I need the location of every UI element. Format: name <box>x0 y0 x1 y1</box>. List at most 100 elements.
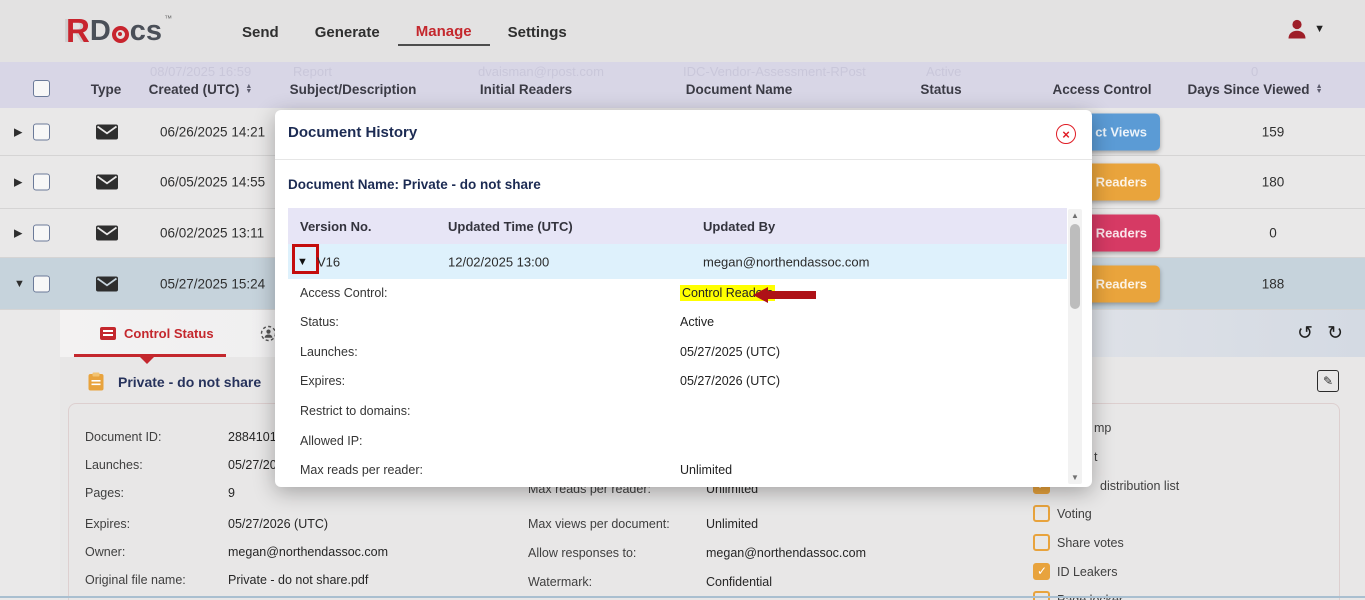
history-table-header: Version No. Updated Time (UTC) Updated B… <box>288 208 1067 244</box>
field-allow-responses-value: megan@northendassoc.com <box>706 546 866 560</box>
col-initial-readers: Initial Readers <box>446 62 606 108</box>
annotation-red-box <box>292 244 319 274</box>
field-document-id: Document ID: <box>85 430 161 444</box>
expand-arrow-icon[interactable]: ▶ <box>14 227 22 240</box>
modal-document-name: Document Name: Private - do not share <box>288 177 541 192</box>
control-status-icon <box>100 327 116 340</box>
version-number: V16 <box>317 254 340 269</box>
days-since-viewed: 159 <box>1193 124 1353 139</box>
col-updated-time: Updated Time (UTC) <box>448 208 573 244</box>
chevron-down-icon: ▼ <box>1314 23 1325 35</box>
expand-arrow-icon[interactable]: ▶ <box>14 176 22 189</box>
col-subject: Subject/Description <box>273 62 433 108</box>
user-icon <box>1285 17 1309 41</box>
annotation-arrow-icon <box>753 287 816 303</box>
col-created[interactable]: Created (UTC)▲▼ <box>138 62 263 108</box>
history-field-status: Status:Active <box>275 308 1054 337</box>
history-icon[interactable]: ↺ <box>1297 322 1313 345</box>
option-checkbox[interactable] <box>1033 563 1050 580</box>
created-date: 06/05/2025 14:55 <box>160 175 265 190</box>
field-watermark: Watermark: <box>528 575 592 589</box>
col-type: Type <box>76 62 136 108</box>
close-icon[interactable]: × <box>1056 124 1076 144</box>
col-updated-by: Updated By <box>703 208 775 244</box>
option-label: ID Leakers <box>1057 565 1117 579</box>
logo-letter-r: R <box>66 12 89 50</box>
user-account-menu[interactable]: ▼ <box>1285 17 1325 41</box>
col-version-no: Version No. <box>300 208 372 244</box>
tab-control-status[interactable]: Control Status <box>100 310 214 357</box>
option-checkbox[interactable] <box>1033 534 1050 551</box>
logo-letter-d: D <box>90 15 111 48</box>
field-max-views: Max views per document: <box>528 517 670 531</box>
option-label-fragment: t <box>1094 450 1097 464</box>
refresh-icon[interactable]: ↻ <box>1327 322 1343 345</box>
field-owner: Owner: <box>85 545 125 559</box>
option-label: Share votes <box>1057 536 1124 550</box>
option-label: Voting <box>1057 507 1092 521</box>
nav-generate[interactable]: Generate <box>297 18 398 45</box>
field-watermark-value: Confidential <box>706 575 772 589</box>
expand-arrow-icon[interactable]: ▶ <box>14 125 22 138</box>
select-all-checkbox[interactable] <box>33 80 50 97</box>
row-checkbox[interactable] <box>33 275 50 292</box>
days-since-viewed: 0 <box>1193 226 1353 241</box>
detail-document-title: Private - do not share <box>118 374 261 390</box>
modal-scrollbar[interactable]: ▲ ▼ <box>1068 209 1082 484</box>
logo-o-icon <box>112 26 129 43</box>
version-row[interactable]: ▼ V16 12/02/2025 13:00 megan@northendass… <box>288 244 1067 279</box>
option-label-fragment: mp <box>1094 421 1111 435</box>
document-history-modal: Document History × Document Name: Privat… <box>275 110 1092 487</box>
row-checkbox[interactable] <box>33 225 50 242</box>
scroll-down-icon[interactable]: ▼ <box>1068 473 1082 482</box>
email-icon <box>96 276 118 291</box>
active-tab-pointer <box>140 357 154 364</box>
field-expires: Expires: <box>85 517 130 531</box>
col-access-control: Access Control <box>1032 62 1172 108</box>
row-checkbox[interactable] <box>33 123 50 140</box>
version-updated-by: megan@northendassoc.com <box>703 254 869 269</box>
field-pages-value: 9 <box>228 486 235 500</box>
nav-settings[interactable]: Settings <box>490 18 585 45</box>
email-icon <box>96 124 118 139</box>
days-since-viewed: 180 <box>1193 175 1353 190</box>
field-launches: Launches: <box>85 458 143 472</box>
sort-icon[interactable]: ▲▼ <box>1316 84 1323 94</box>
created-date: 06/02/2025 13:11 <box>160 226 264 241</box>
col-document-name: Document Name <box>659 62 819 108</box>
edit-icon[interactable]: ✎ <box>1317 370 1339 392</box>
nav-manage[interactable]: Manage <box>398 17 490 46</box>
rdocs-logo[interactable]: RDcs™ <box>66 12 172 50</box>
clipboard-icon <box>88 372 104 391</box>
field-original-file-name-value: Private - do not share.pdf <box>228 573 368 587</box>
divider <box>275 159 1092 160</box>
sort-icon[interactable]: ▲▼ <box>245 84 252 94</box>
col-days-since-viewed[interactable]: Days Since Viewed▲▼ <box>1180 62 1330 108</box>
app-root: RDcs™ Send Generate Manage Settings ▼ 08… <box>0 0 1365 600</box>
option-label-fragment: distribution list <box>1100 479 1179 493</box>
option-checkbox[interactable] <box>1033 505 1050 522</box>
email-icon <box>96 226 118 241</box>
history-field-max-reads: Max reads per reader:Unlimited <box>275 456 1054 485</box>
top-bar: RDcs™ Send Generate Manage Settings ▼ <box>0 0 1365 62</box>
field-max-views-value: Unlimited <box>706 517 758 531</box>
field-allow-responses: Allow responses to: <box>528 546 636 560</box>
collapse-arrow-icon[interactable]: ▼ <box>14 278 25 290</box>
version-updated-time: 12/02/2025 13:00 <box>448 254 549 269</box>
nav-send[interactable]: Send <box>224 18 297 45</box>
scroll-up-icon[interactable]: ▲ <box>1068 211 1082 220</box>
row-checkbox[interactable] <box>33 174 50 191</box>
history-field-launches: Launches:05/27/2025 (UTC) <box>275 338 1054 367</box>
main-nav: Send Generate Manage Settings <box>224 0 585 62</box>
scrollbar-thumb[interactable] <box>1070 224 1080 309</box>
panel-bottom-border <box>0 596 1365 598</box>
field-launches-value: 05/27/20 <box>228 458 277 472</box>
logo-letters-cs: cs <box>130 15 162 48</box>
history-field-restrict-domains: Restrict to domains: <box>275 397 1054 426</box>
field-pages: Pages: <box>85 486 124 500</box>
history-field-allowed-ip: Allowed IP: <box>275 427 1054 456</box>
history-field-access-control: Access Control: Control Readers <box>275 279 1054 308</box>
history-field-expires: Expires:05/27/2026 (UTC) <box>275 367 1054 396</box>
email-icon <box>96 175 118 190</box>
table-header: Type Created (UTC)▲▼ Subject/Description… <box>0 62 1365 108</box>
